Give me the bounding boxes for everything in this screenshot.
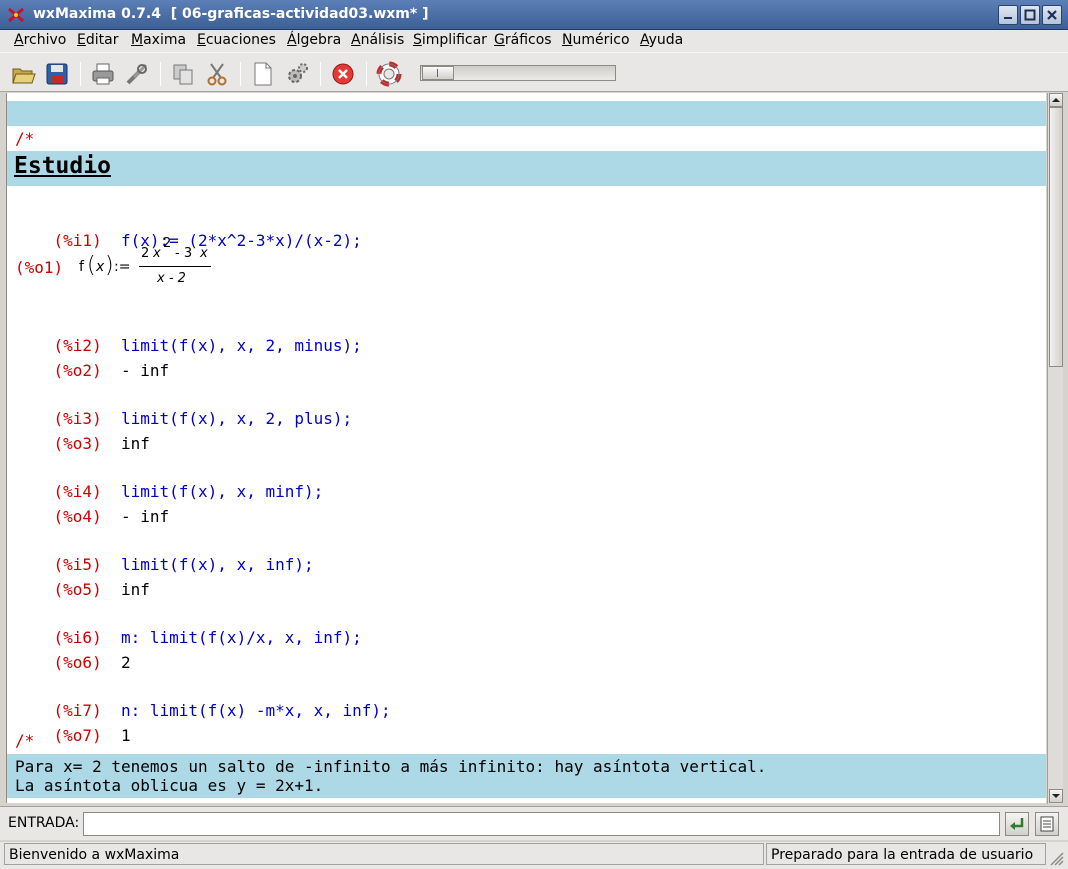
scroll-down-button[interactable] bbox=[1049, 789, 1063, 803]
menu-maxima[interactable]: Maxima bbox=[131, 32, 186, 48]
minimize-button[interactable] bbox=[998, 5, 1018, 25]
scroll-up-button[interactable] bbox=[1049, 93, 1063, 107]
title-bar: wxMaxima 0.7.4 [ 06-graficas-actividad03… bbox=[0, 0, 1068, 30]
save-button[interactable] bbox=[44, 61, 70, 87]
settings-button[interactable] bbox=[284, 61, 310, 87]
cut-icon bbox=[207, 63, 227, 86]
close-window-button[interactable] bbox=[1042, 5, 1062, 25]
open-button[interactable] bbox=[10, 61, 36, 87]
status-bar: Bienvenido a wxMaxima Preparado para la … bbox=[0, 842, 1068, 869]
menu-bar: Archivo Editar Maxima Ecuaciones Álgebra… bbox=[0, 30, 1068, 52]
copy-icon bbox=[173, 64, 193, 85]
lifebuoy-icon bbox=[376, 61, 402, 87]
wxmaxima-app-icon bbox=[8, 7, 24, 23]
print-icon bbox=[92, 63, 114, 85]
history-button[interactable] bbox=[1035, 812, 1059, 836]
output-o1-math: f ( x ) := 2 x 2 - 3 x x - 2 bbox=[79, 236, 219, 289]
settings-icon bbox=[288, 63, 308, 83]
comment-line-1[interactable]: Para x= 2 tenemos un salto de -infinito … bbox=[15, 757, 766, 776]
resize-grip-icon[interactable] bbox=[1048, 850, 1064, 866]
menu-archivo[interactable]: Archivo bbox=[14, 32, 66, 48]
window-title: wxMaxima 0.7.4 [ 06-graficas-actividad03… bbox=[33, 6, 429, 22]
toolbar bbox=[0, 52, 1068, 92]
stop-icon bbox=[332, 63, 354, 85]
entry-bar: ENTRADA: bbox=[0, 806, 1068, 840]
menu-ecuaciones[interactable]: Ecuaciones bbox=[197, 32, 276, 48]
new-icon bbox=[254, 62, 272, 86]
menu-graficos[interactable]: Gráficos bbox=[494, 32, 552, 48]
arrow-down-icon bbox=[1052, 794, 1060, 798]
config-icon bbox=[126, 63, 148, 85]
entry-label: ENTRADA: bbox=[8, 815, 80, 831]
scroll-thumb[interactable] bbox=[1049, 107, 1063, 367]
enter-button[interactable] bbox=[1005, 812, 1029, 836]
menu-editar[interactable]: Editar bbox=[77, 32, 118, 48]
save-icon bbox=[46, 63, 68, 85]
enter-arrow-icon bbox=[1010, 818, 1024, 830]
entry-input[interactable] bbox=[84, 813, 999, 835]
vertical-scrollbar[interactable] bbox=[1047, 93, 1063, 804]
config-button[interactable] bbox=[124, 61, 150, 87]
maximize-icon bbox=[1024, 9, 1036, 21]
maximize-button[interactable] bbox=[1020, 5, 1040, 25]
minimize-icon bbox=[1004, 17, 1012, 19]
section-band bbox=[7, 151, 1046, 186]
menu-simplificar[interactable]: Simplificar bbox=[413, 32, 487, 48]
output-label-1: (%o1) bbox=[15, 258, 64, 277]
comment-band-top bbox=[7, 101, 1046, 126]
menu-algebra[interactable]: Álgebra bbox=[287, 32, 341, 48]
help-button[interactable] bbox=[376, 61, 402, 87]
status-message: Bienvenido a wxMaxima bbox=[4, 843, 764, 865]
print-button[interactable] bbox=[90, 61, 116, 87]
open-icon bbox=[12, 68, 36, 84]
menu-numerico[interactable]: Numérico bbox=[562, 32, 630, 48]
copy-button[interactable] bbox=[170, 61, 196, 87]
menu-ayuda[interactable]: Ayuda bbox=[640, 32, 683, 48]
cut-button[interactable] bbox=[204, 61, 230, 87]
section-title[interactable]: Estudio bbox=[14, 153, 111, 179]
arrow-up-icon bbox=[1052, 98, 1060, 102]
comment-open: /* bbox=[15, 129, 35, 148]
menu-analisis[interactable]: Análisis bbox=[351, 32, 404, 48]
comment-open-2: /* bbox=[15, 731, 35, 750]
interrupt-button[interactable] bbox=[330, 61, 356, 87]
status-state: Preparado para la entrada de usuario bbox=[766, 843, 1046, 865]
list-icon bbox=[1040, 816, 1054, 832]
close-icon bbox=[1047, 10, 1057, 20]
document-area[interactable]: /* Estudio (%i1) f(x):= (2*x^2-3*x)/(x-2… bbox=[6, 93, 1046, 803]
entry-field[interactable] bbox=[83, 812, 1000, 836]
slider-thumb[interactable] bbox=[422, 66, 454, 80]
new-button[interactable] bbox=[250, 61, 276, 87]
comment-line-2[interactable]: La asíntota oblicua es y = 2x+1. bbox=[15, 776, 323, 795]
animation-slider[interactable] bbox=[420, 65, 616, 81]
